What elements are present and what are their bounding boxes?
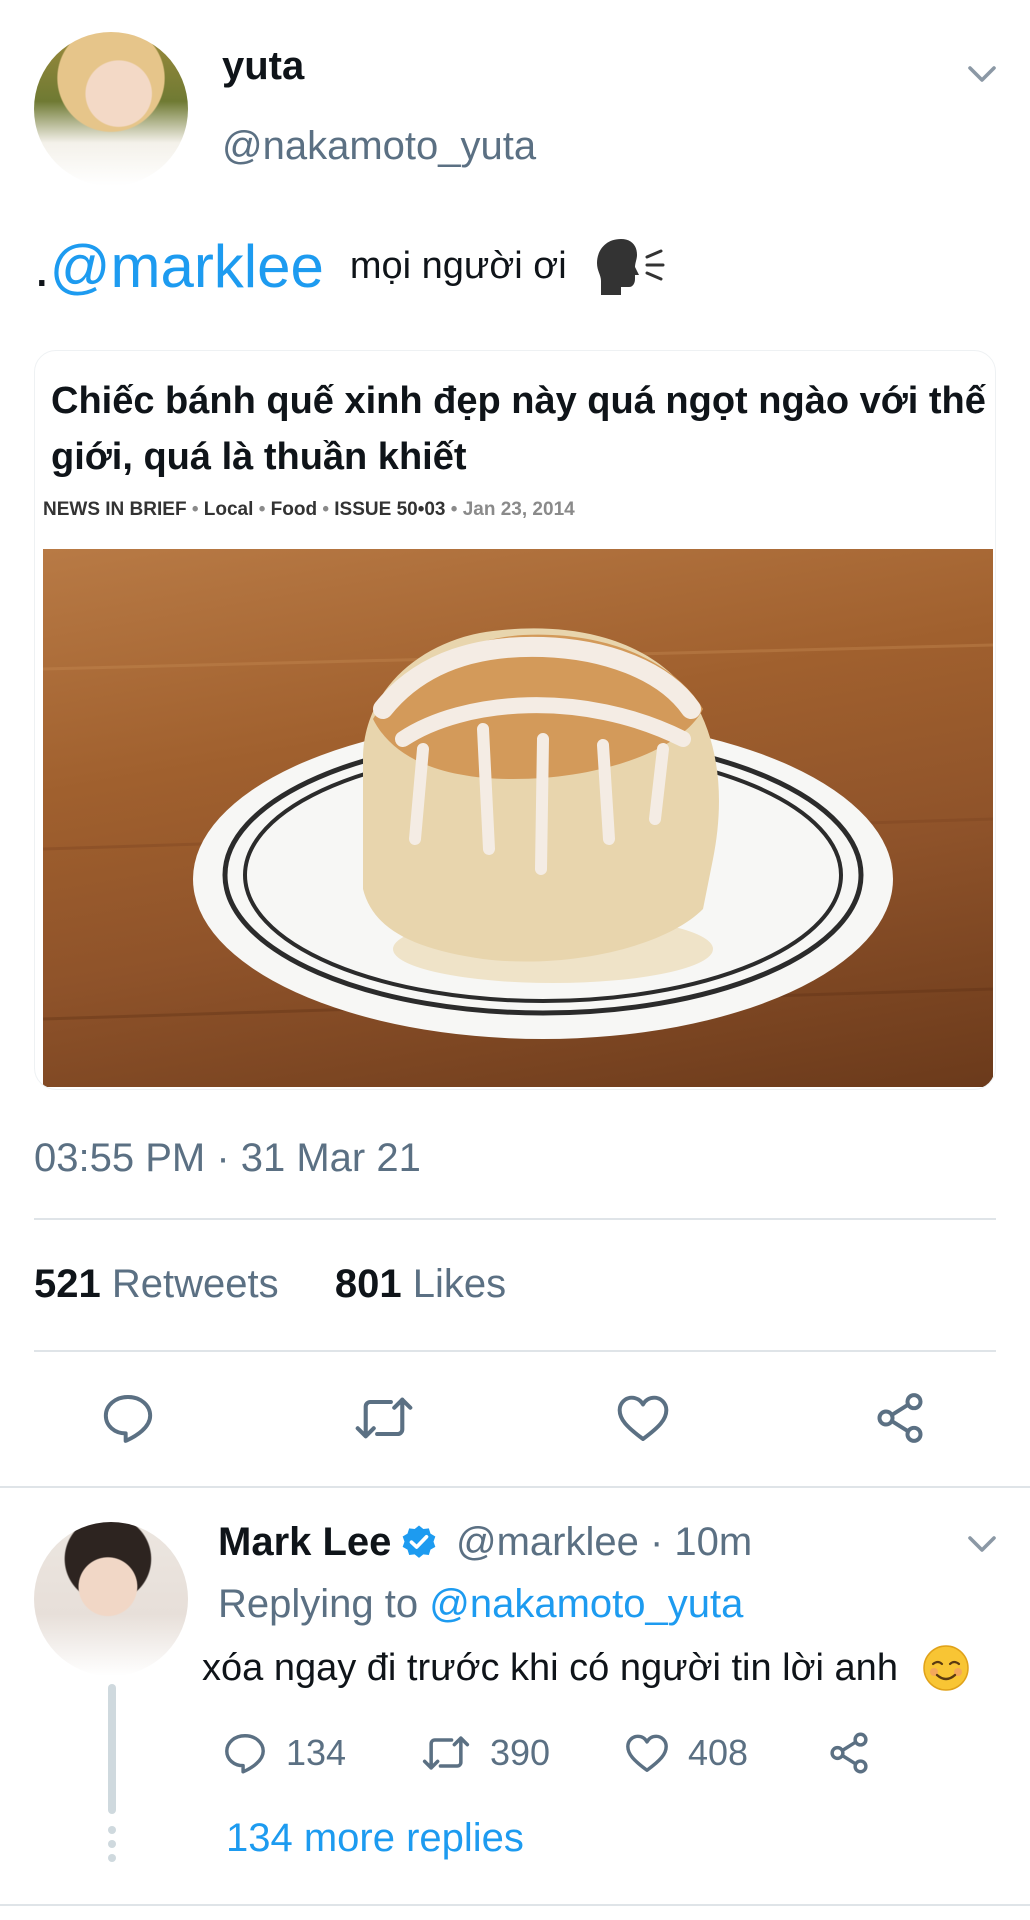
divider	[0, 1904, 1030, 1906]
card-meta-issue: ISSUE 50•03	[334, 499, 446, 520]
card-meta-sep: •	[258, 499, 266, 520]
divider	[34, 1218, 996, 1220]
card-meta-sep: •	[322, 499, 329, 520]
divider	[34, 1350, 996, 1352]
smiling-face-icon	[923, 1645, 969, 1691]
card-meta-sep: •	[450, 499, 458, 520]
reply-author-name[interactable]: Mark Lee	[218, 1520, 439, 1565]
like-count: 408	[688, 1732, 749, 1773]
replying-label: Replying to	[218, 1582, 419, 1626]
author-avatar[interactable]	[34, 32, 188, 186]
retweets-count[interactable]: 521	[34, 1262, 101, 1306]
card-meta-section: NEWS IN BRIEF	[43, 499, 187, 520]
card-meta-sep: •	[191, 499, 199, 520]
retweet-icon[interactable]	[352, 1390, 416, 1446]
reply-reply-button[interactable]: 134	[222, 1730, 346, 1776]
tweet-timestamp[interactable]: 03:55 PM · 31 Mar 21	[34, 1136, 421, 1181]
reply-retweet-button[interactable]: 390	[420, 1730, 550, 1776]
reply-text-body: xóa ngay đi trước khi có người tin lời a…	[202, 1646, 898, 1689]
replying-to-link[interactable]: @nakamoto_yuta	[429, 1582, 743, 1626]
more-replies-link[interactable]: 134 more replies	[226, 1816, 524, 1861]
replying-to: Replying to @nakamoto_yuta	[218, 1582, 743, 1627]
reply-author-handle[interactable]: @marklee · 10m	[456, 1520, 752, 1565]
retweet-icon	[422, 1736, 470, 1770]
article-card[interactable]: Chiếc bánh quế xinh đẹp này quá ngọt ngà…	[34, 350, 996, 1090]
reply-icon	[225, 1734, 265, 1774]
reply-author-avatar[interactable]	[34, 1522, 188, 1676]
card-meta: NEWS IN BRIEF • Local • Food • ISSUE 50•…	[43, 499, 575, 521]
verified-badge-icon	[403, 1525, 436, 1558]
card-title: Chiếc bánh quế xinh đẹp này quá ngọt ngà…	[51, 380, 986, 478]
divider	[0, 1486, 1030, 1488]
mention-link[interactable]: @marklee	[50, 232, 324, 301]
reply-count: 134	[286, 1732, 347, 1773]
cinnamon-roll-photo	[43, 549, 993, 1087]
author-handle[interactable]: @nakamoto_yuta	[222, 124, 536, 169]
like-icon	[626, 1734, 668, 1772]
tweet-stats: 521 Retweets 801 Likes	[34, 1262, 506, 1307]
share-icon[interactable]	[826, 1730, 872, 1776]
retweets-label[interactable]: Retweets	[112, 1262, 279, 1306]
reply-like-button[interactable]: 408	[624, 1730, 748, 1776]
thread-line	[108, 1684, 116, 1814]
likes-label[interactable]: Likes	[413, 1262, 506, 1306]
speaking-head-icon	[596, 238, 665, 295]
card-meta-food: Food	[270, 499, 318, 520]
retweet-count: 390	[490, 1732, 551, 1773]
author-name[interactable]: yuta	[222, 44, 304, 89]
reply-icon[interactable]	[100, 1390, 156, 1446]
card-meta-date: Jan 23, 2014	[462, 499, 575, 520]
tweet-text-prefix: .	[34, 235, 50, 298]
share-icon[interactable]	[872, 1390, 928, 1446]
reply-author-name-text[interactable]: Mark Lee	[218, 1520, 391, 1565]
likes-count[interactable]: 801	[335, 1262, 402, 1306]
tweet-text: . @marklee mọi người ơi	[34, 232, 671, 301]
chevron-down-icon[interactable]	[964, 56, 1000, 92]
like-icon[interactable]	[614, 1390, 672, 1446]
chevron-down-icon[interactable]	[964, 1526, 1000, 1562]
reply-text: xóa ngay đi trước khi có người tin lời a…	[202, 1644, 970, 1692]
thread-dots	[108, 1826, 116, 1868]
card-meta-local: Local	[203, 499, 254, 520]
tweet-text-body: mọi người ơi	[349, 245, 567, 287]
